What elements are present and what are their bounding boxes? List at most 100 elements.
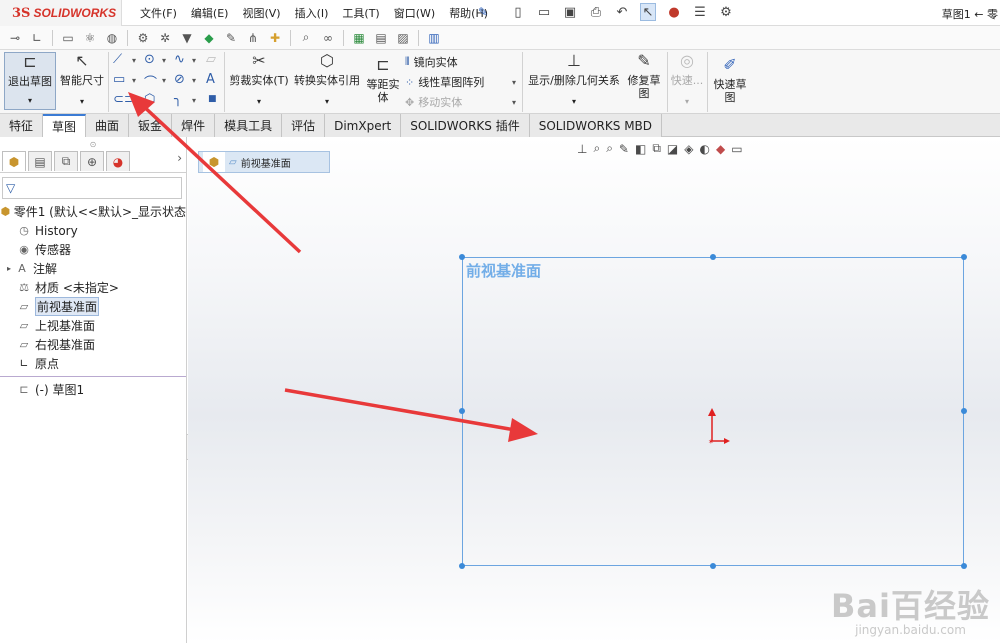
ellipse-dropdown-icon[interactable]: ▾ (192, 76, 196, 85)
tree-item-annotations[interactable]: ▸ A 注解 (0, 259, 186, 278)
monitor-icon[interactable]: ▭ (731, 142, 742, 156)
menu-tools[interactable]: 工具(T) (342, 5, 379, 21)
spline-icon[interactable]: ∿ (174, 52, 185, 67)
new-document-icon[interactable]: ▯ (510, 3, 526, 21)
chevron-right-icon[interactable]: › (177, 151, 182, 172)
dimxpert-tab-icon[interactable]: ⊕ (80, 151, 104, 171)
point-icon[interactable]: ■ (208, 94, 217, 104)
display-style-icon[interactable]: ◈ (684, 142, 693, 156)
component-icon[interactable]: ✚ (268, 31, 282, 45)
plane-handle[interactable] (961, 408, 967, 414)
tab-sketch[interactable]: 草图 (43, 114, 87, 137)
linear-pattern-dropdown-icon[interactable]: ▾ (512, 78, 516, 87)
slot-dropdown-icon[interactable]: ▾ (132, 96, 136, 105)
tab-mbd[interactable]: SOLIDWORKS MBD (529, 114, 663, 137)
rapid-sketch-button[interactable]: ✐ 快速草 图 (710, 57, 750, 105)
appearance-icon[interactable]: ◆ (716, 142, 725, 156)
breadcrumb[interactable]: ⬢ ▱ 前视基准面 (198, 151, 330, 173)
plane-handle[interactable] (710, 254, 716, 260)
display-manager-tab-icon[interactable]: ◕ (106, 151, 130, 171)
fillet-icon[interactable]: ╮ (174, 92, 182, 107)
tree-item-history[interactable]: ◷ History (0, 221, 186, 240)
menu-edit[interactable]: 编辑(E) (191, 5, 229, 21)
dynamic-annotation-icon[interactable]: ⧉ (652, 141, 661, 156)
hide-show-icon[interactable]: ◐ (699, 142, 709, 156)
print-icon[interactable]: ⎙ (588, 3, 604, 21)
display-relations-button[interactable]: ⊥ 显示/删除几何关系 ▾ (526, 53, 622, 108)
repair-sketch-button[interactable]: ✎ 修复草 图 (624, 53, 664, 101)
open-icon[interactable]: ▭ (536, 3, 552, 21)
text-icon[interactable]: A (206, 72, 215, 87)
tab-evaluate[interactable]: 评估 (282, 114, 326, 137)
arc-dropdown-icon[interactable]: ▾ (162, 76, 166, 85)
tree-item-top-plane[interactable]: ▱ 上视基准面 (0, 316, 186, 335)
view-orientation-icon[interactable]: ⊥ (577, 142, 587, 156)
line-dropdown-icon[interactable]: ▾ (132, 56, 136, 65)
save-icon[interactable]: ▣ (562, 3, 578, 21)
zoom-area-icon[interactable]: ⌕ (606, 141, 613, 156)
panel-grip-icon[interactable]: ⊙ (0, 137, 186, 151)
trim-button[interactable]: ✂ 剪裁实体(T) ▾ (228, 53, 290, 108)
tab-mold-tools[interactable]: 模具工具 (215, 114, 283, 137)
plane-handle[interactable] (459, 563, 465, 569)
zoom-fit-icon[interactable]: ⌕ (593, 141, 600, 156)
spline-dropdown-icon[interactable]: ▾ (192, 56, 196, 65)
quick-snaps-button[interactable]: ◎ 快速... ▾ (669, 53, 705, 108)
property-manager-tab-icon[interactable]: ▤ (28, 151, 52, 171)
plane-handle[interactable] (710, 563, 716, 569)
linear-pattern-button[interactable]: ⁘ 线性草图阵列 (405, 74, 484, 90)
menu-window[interactable]: 窗口(W) (394, 5, 435, 21)
smart-dimension-button[interactable]: ↖ 智能尺寸 ▾ (58, 53, 106, 108)
feature-tree-tab-icon[interactable]: ⬢ (2, 151, 26, 171)
pin-icon[interactable]: ✎ (478, 5, 488, 19)
move-dropdown-icon[interactable]: ▾ (512, 98, 516, 107)
rebuild-icon[interactable]: ● (666, 3, 682, 21)
tree-item-origin[interactable]: ∟ 原点 (0, 354, 186, 373)
plane-handle[interactable] (961, 563, 967, 569)
search-icon[interactable]: ⌕ (299, 30, 313, 45)
tab-weldments[interactable]: 焊件 (172, 114, 216, 137)
exit-sketch-button[interactable]: ⊏ 退出草图 ▾ (4, 52, 56, 110)
graphics-area[interactable]: ⬢ ▱ 前视基准面 ⊥ ⌕ ⌕ ✎ ◧ ⧉ ◪ ◈ ◐ ◆ ▭ 前视基准面 ✶ … (188, 137, 1000, 643)
previous-view-icon[interactable]: ✎ (619, 142, 629, 156)
select-icon[interactable]: ↖ (640, 3, 656, 21)
convert-entities-button[interactable]: ⬡ 转换实体引用 ▾ (292, 53, 362, 108)
rectangle-dropdown-icon[interactable]: ▾ (132, 76, 136, 85)
tab-dimxpert[interactable]: DimXpert (325, 114, 402, 137)
tab-addins[interactable]: SOLIDWORKS 插件 (401, 114, 530, 137)
tab-features[interactable]: 特征 (0, 114, 44, 137)
excel-icon[interactable]: ▦ (352, 31, 366, 45)
file-properties-icon[interactable]: ☰ (692, 3, 708, 21)
tree-item-sensors[interactable]: ◉ 传感器 (0, 240, 186, 259)
arc-icon[interactable]: ⌒ (144, 72, 157, 91)
line-icon[interactable]: ⟋ (113, 52, 122, 67)
dimension-icon[interactable]: ⊸ (8, 31, 22, 45)
tree-item-sketch1[interactable]: ⊏ (-) 草图1 (0, 380, 186, 399)
options-gear-icon[interactable]: ⚙ (718, 3, 734, 21)
menu-file[interactable]: 文件(F) (140, 5, 177, 21)
mirror-entities-button[interactable]: ⫴ 镜向实体 (405, 54, 458, 70)
circle-icon[interactable]: ⊙ (144, 52, 155, 67)
solidworks-logo[interactable]: 3S SOLIDWORKS (0, 0, 122, 26)
circle-dropdown-icon[interactable]: ▾ (162, 56, 166, 65)
marker-icon[interactable]: ◆ (202, 31, 216, 45)
plane-handle[interactable] (961, 254, 967, 260)
tree-filter[interactable]: ▽ (2, 177, 182, 199)
book-icon[interactable]: ▥ (427, 31, 441, 45)
menu-view[interactable]: 视图(V) (242, 5, 280, 21)
offset-entities-button[interactable]: ⊏ 等距实 体 (364, 57, 402, 105)
tree-item-right-plane[interactable]: ▱ 右视基准面 (0, 335, 186, 354)
fillet-dropdown-icon[interactable]: ▾ (192, 96, 196, 105)
cup-icon[interactable]: ▼ (180, 31, 194, 45)
rectangle-icon[interactable]: ▭ (113, 72, 125, 87)
rollback-bar[interactable] (0, 376, 186, 377)
view-cube-icon[interactable]: ◪ (667, 142, 678, 156)
ellipse-icon[interactable]: ⊘ (174, 72, 185, 87)
image-icon[interactable]: ▨ (396, 31, 410, 45)
polygon-icon[interactable]: ⬡ (144, 92, 155, 107)
plane-handle[interactable] (459, 408, 465, 414)
menu-insert[interactable]: 插入(I) (295, 5, 329, 21)
gear-icon[interactable]: ✲ (158, 31, 172, 45)
undo-icon[interactable]: ↶ (614, 3, 630, 21)
assembly-icon[interactable]: ⚛ (83, 31, 97, 45)
